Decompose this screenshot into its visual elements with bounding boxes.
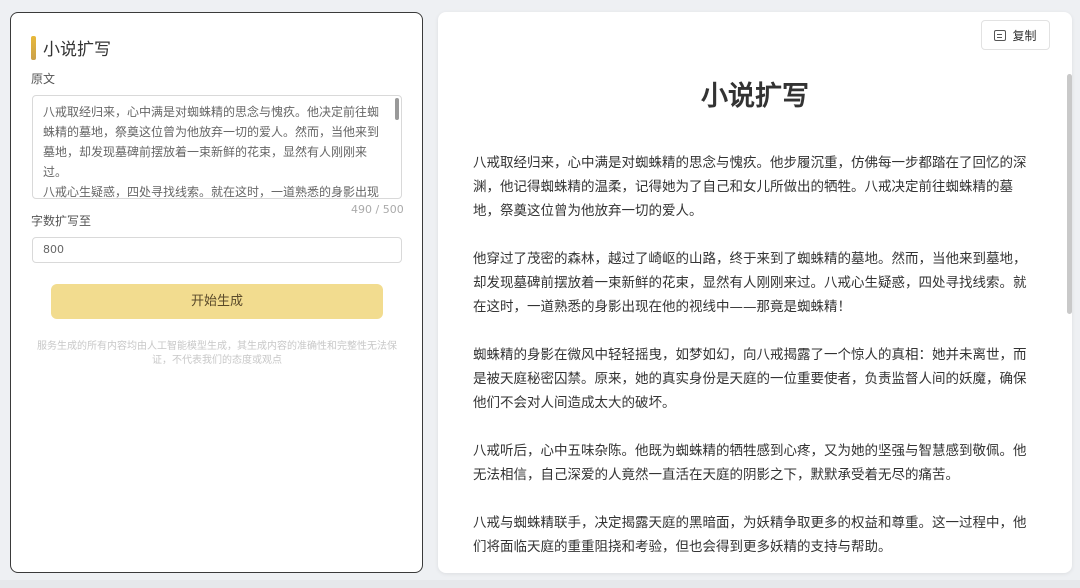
output-title: 小说扩写	[701, 81, 809, 112]
output-scrollbar[interactable]	[1067, 74, 1072, 314]
panel-title: 小说扩写	[43, 40, 111, 60]
output-paragraph: 八戒与蜘蛛精联手，决定揭露天庭的黑暗面，为妖精争取更多的权益和尊重。这一过程中，…	[473, 515, 1027, 555]
char-count: 490 / 500	[351, 203, 404, 216]
bottom-bar	[0, 580, 1080, 588]
output-paragraph: 蜘蛛精的身影在微风中轻轻摇曳，如梦如幻，向八戒揭露了一个惊人的真相：她并未离世，…	[473, 347, 1027, 411]
source-paragraph: 八戒取经归来，心中满是对蜘蛛精的思念与愧疚。他决定前往蜘蛛精的墓地，祭奠这位曾为…	[43, 105, 380, 179]
output-panel: 复制 小说扩写 八戒取经归来，心中满是对蜘蛛精的思念与愧疚。他步履沉重，仿佛每一…	[438, 12, 1072, 573]
expand-label: 字数扩写至	[31, 214, 92, 228]
generate-button[interactable]: 开始生成	[51, 284, 383, 319]
disclaimer-text: 服务生成的所有内容均由人工智能模型生成，其生成内容的准确性和完整性无法保证，不代…	[37, 341, 397, 366]
source-paragraph: 八戒心生疑惑，四处寻找线索。就在这时，一道熟悉的身影出现	[43, 185, 380, 199]
output-paragraph: 八戒取经归来，心中满是对蜘蛛精的思念与愧疚。他步履沉重，仿佛每一步都踏在了回忆的…	[473, 155, 1027, 219]
copy-icon	[994, 29, 1007, 41]
source-textarea[interactable]: 八戒取经归来，心中满是对蜘蛛精的思念与愧疚。他决定前往蜘蛛精的墓地，祭奠这位曾为…	[32, 95, 402, 199]
copy-button-label: 复制	[1012, 28, 1037, 43]
input-panel: 小说扩写 原文 八戒取经归来，心中满是对蜘蛛精的思念与愧疚。他决定前往蜘蛛精的墓…	[10, 12, 423, 573]
output-paragraph: 八戒听后，心中五味杂陈。他既为蜘蛛精的牺牲感到心疼，又为她的坚强与智慧感到敬佩。…	[473, 443, 1027, 483]
title-accent-bar	[31, 35, 36, 60]
panel-header: 小说扩写	[31, 35, 111, 60]
output-paragraph: 他穿过了茂密的森林，越过了崎岖的山路，终于来到了蜘蛛精的墓地。然而，当他来到墓地…	[473, 251, 1027, 315]
textarea-scrollbar[interactable]	[395, 98, 399, 120]
copy-button[interactable]: 复制	[981, 20, 1050, 50]
source-label: 原文	[31, 72, 56, 86]
output-body: 八戒取经归来，心中满是对蜘蛛精的思念与愧疚。他步履沉重，仿佛每一步都踏在了回忆的…	[473, 151, 1031, 573]
expand-count-input[interactable]: 800	[32, 237, 402, 263]
